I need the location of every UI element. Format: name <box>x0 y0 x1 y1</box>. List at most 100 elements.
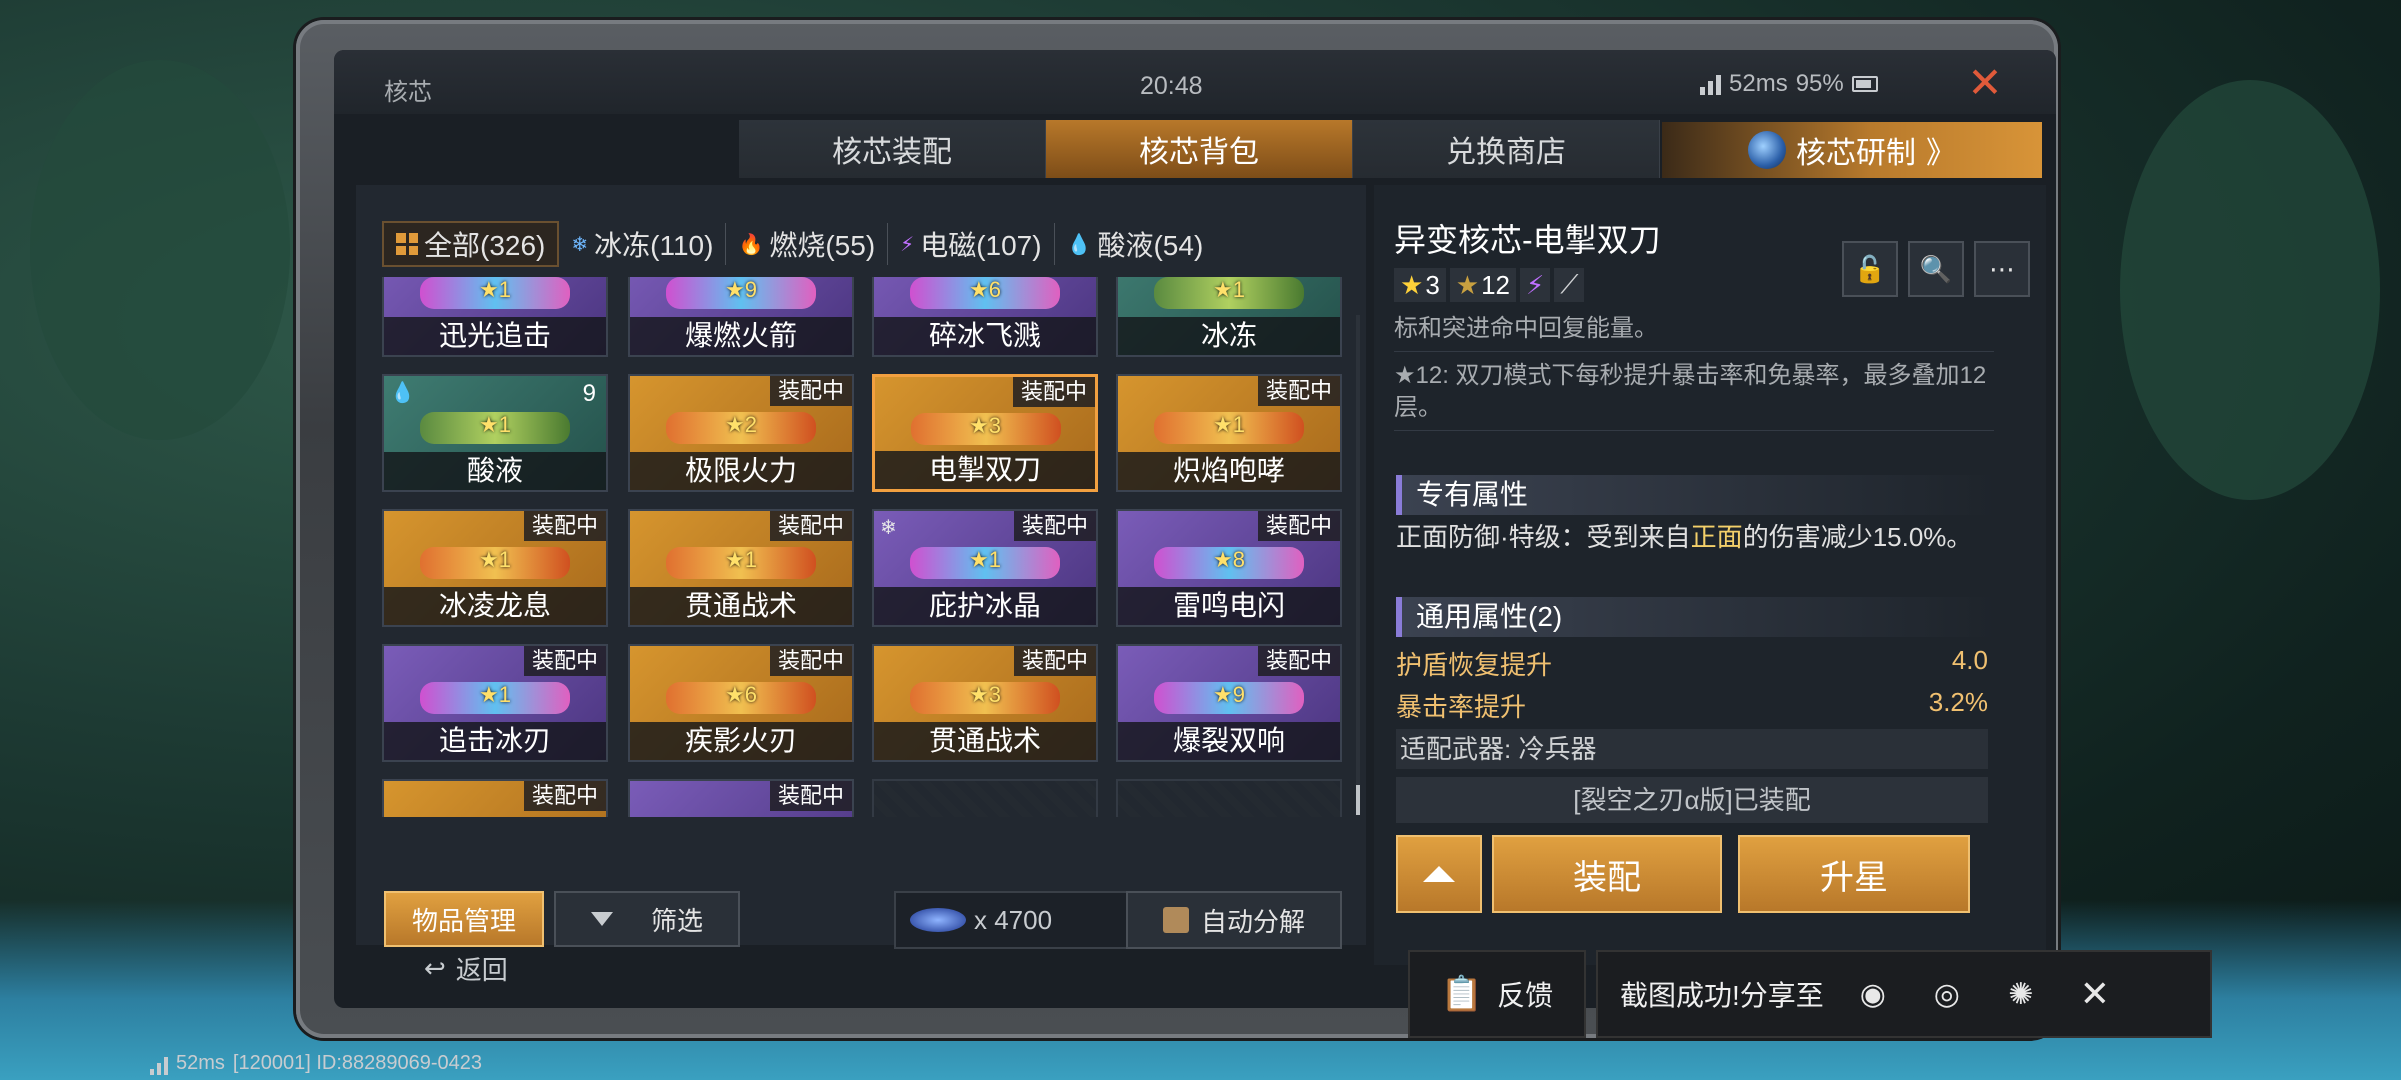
star-outline-icon: ★ <box>1455 269 1480 300</box>
equipped-badge: 装配中 <box>1257 646 1340 676</box>
equipped-badge: 装配中 <box>1257 511 1340 541</box>
core-research-button[interactable]: 核芯研制 》 <box>1662 122 2042 178</box>
weibo-icon[interactable]: ◉ <box>1848 969 1898 1019</box>
inspect-icon[interactable]: 🔍 <box>1908 241 1964 297</box>
core-card[interactable]: ★2 装配中 极限火力 <box>628 374 854 492</box>
more-icon[interactable]: ⋯ <box>1974 241 2030 297</box>
close-icon[interactable]: ✕ <box>2070 969 2120 1019</box>
star-count: 1 <box>1232 412 1245 437</box>
grid-scrollbar[interactable] <box>1356 315 1360 815</box>
section-exclusive-attributes: 专有属性 <box>1396 475 1996 515</box>
exclusive-text-b: 的伤害减少15.0%。 <box>1742 522 1973 552</box>
core-card-name: 爆裂双响 <box>1118 722 1340 760</box>
filter-all[interactable]: 全部(326) <box>382 221 560 267</box>
footer-ping: 52ms <box>176 1052 225 1074</box>
core-card[interactable]: ❄ ★1 装配中 庇护冰晶 <box>872 509 1098 627</box>
filter-freeze[interactable]: ❄ 冰冻(110) <box>559 223 727 265</box>
close-icon[interactable]: ✕ <box>1964 62 2006 104</box>
star-level: 3 <box>1425 269 1440 300</box>
card-star-level: ★2 <box>725 412 757 438</box>
card-star-level: ★8 <box>1213 547 1245 573</box>
core-card[interactable]: ★9 爆燃火箭 <box>628 277 854 357</box>
core-card[interactable]: ★1 迅光追击 <box>382 277 608 357</box>
wechat-icon[interactable]: ◎ <box>1922 969 1972 1019</box>
box-icon <box>1162 907 1189 933</box>
core-card-name: 贯通战术 <box>630 587 852 625</box>
core-card[interactable]: ★1 装配中 炽焰咆哮 <box>1116 374 1342 492</box>
star-count: 6 <box>744 682 757 707</box>
core-card[interactable]: ★1 冰冻 <box>1116 277 1342 357</box>
core-card-name: 疾影火刃 <box>630 722 852 760</box>
core-card[interactable]: ★6 碎冰飞溅 <box>872 277 1098 357</box>
star-icon: ★ <box>1213 277 1233 302</box>
core-card[interactable]: ★1 装配中 追击冰刃 <box>382 644 608 762</box>
double-chevron-right-icon: 》 <box>1926 137 1956 170</box>
core-card[interactable]: 💧 ★1 9 酸液 <box>382 374 608 492</box>
star-icon: ★ <box>969 277 989 302</box>
upstar-button[interactable]: 升星 <box>1738 835 1970 913</box>
blade-icon: ⟋ <box>1554 268 1585 302</box>
star-count: 1 <box>498 547 511 572</box>
star-level-chip: ★ 3 <box>1394 268 1446 302</box>
back-button[interactable]: ↩ 返回 <box>424 950 508 987</box>
equipped-badge: 装配中 <box>1257 376 1340 406</box>
equipped-badge: 装配中 <box>523 781 606 811</box>
card-star-level: ★1 <box>1213 412 1245 438</box>
back-label: 返回 <box>455 955 508 985</box>
prop-row: 暴击率提升 3.2% <box>1396 687 1988 725</box>
filter-electro[interactable]: ⚡ 电磁(107) <box>888 223 1055 265</box>
return-arrow-icon: ↩ <box>424 953 446 983</box>
equipped-badge: 装配中 <box>1012 377 1095 407</box>
filter-burn[interactable]: 🔥 燃烧(55) <box>726 223 889 265</box>
star-icon: ★ <box>1213 412 1233 437</box>
equipped-status: [裂空之刃α版]已装配 <box>1396 777 1988 823</box>
core-card[interactable]: 装配中 <box>382 779 608 817</box>
moments-icon[interactable]: ✺ <box>1996 969 2046 1019</box>
auto-decompose-button[interactable]: 自动分解 <box>1126 891 1342 949</box>
core-card[interactable]: ★3 装配中 贯通战术 <box>872 644 1098 762</box>
share-label: 截图成功!分享至 <box>1620 980 1824 1011</box>
feedback-button[interactable]: 📋 反馈 <box>1408 950 1586 1038</box>
prop-value: 4.0 <box>1951 645 1988 675</box>
equipped-badge: 装配中 <box>769 646 852 676</box>
tab-exchange-shop[interactable]: 兑换商店 <box>1353 120 1660 178</box>
research-orb-icon <box>1748 131 1786 169</box>
filter-acid-label: 酸液(54) <box>1097 230 1204 261</box>
item-management-button[interactable]: 物品管理 <box>384 891 544 947</box>
core-card-name: 冰冻 <box>1118 317 1340 355</box>
lock-icon[interactable]: 🔓 <box>1842 241 1898 297</box>
filter-acid[interactable]: 💧 酸液(54) <box>1055 223 1216 265</box>
filter-button[interactable]: 筛选 <box>554 891 740 947</box>
core-card[interactable]: ★8 装配中雷鸣电闪 <box>1116 509 1342 627</box>
footer-id: [120001] ID:88289069-0423 <box>232 1052 483 1074</box>
core-card[interactable]: ★3 装配中 电掣双刀 <box>872 374 1098 492</box>
empty-slot[interactable] <box>872 779 1098 817</box>
star-count: 8 <box>1232 547 1245 572</box>
tab-core-backpack[interactable]: 核芯背包 <box>1046 120 1353 178</box>
core-card[interactable]: 装配中 <box>628 779 854 817</box>
star-icon: ★ <box>479 412 499 437</box>
tab-core-assembly[interactable]: 核芯装配 <box>739 120 1046 178</box>
battery-icon <box>1851 76 1878 92</box>
equipped-badge: 装配中 <box>769 781 852 811</box>
lightning-icon: ⚡ <box>1520 268 1551 302</box>
equipped-badge: 装配中 <box>1013 511 1096 541</box>
clock: 20:48 <box>1140 72 1203 100</box>
card-star-level: ★6 <box>725 682 757 708</box>
star-icon: ★ <box>725 412 745 437</box>
star-icon: ★ <box>725 547 745 572</box>
core-card-name: 雷鸣电闪 <box>1118 587 1340 625</box>
empty-slot[interactable] <box>1116 779 1342 817</box>
core-card[interactable]: ★6 装配中疾影火刃 <box>628 644 854 762</box>
card-star-level: ★9 <box>725 277 757 303</box>
star-count: 1 <box>744 547 757 572</box>
compatible-weapon: 适配武器: 冷兵器 <box>1396 729 1988 769</box>
collapse-button[interactable] <box>1396 835 1482 913</box>
effect-desc-top: 标和突进命中回复能量。 <box>1394 313 1994 352</box>
core-card[interactable]: ★1 装配中 冰凌龙息 <box>382 509 608 627</box>
core-card[interactable]: ★1 装配中 贯通战术 <box>628 509 854 627</box>
signal-icon <box>150 1053 168 1075</box>
core-card[interactable]: ★9 装配中 爆裂双响 <box>1116 644 1342 762</box>
element-filter-bar: 全部(326) ❄ 冰冻(110) 🔥 燃烧(55) ⚡ 电磁(107) 💧 酸… <box>382 221 1216 267</box>
equip-button[interactable]: 装配 <box>1492 835 1722 913</box>
